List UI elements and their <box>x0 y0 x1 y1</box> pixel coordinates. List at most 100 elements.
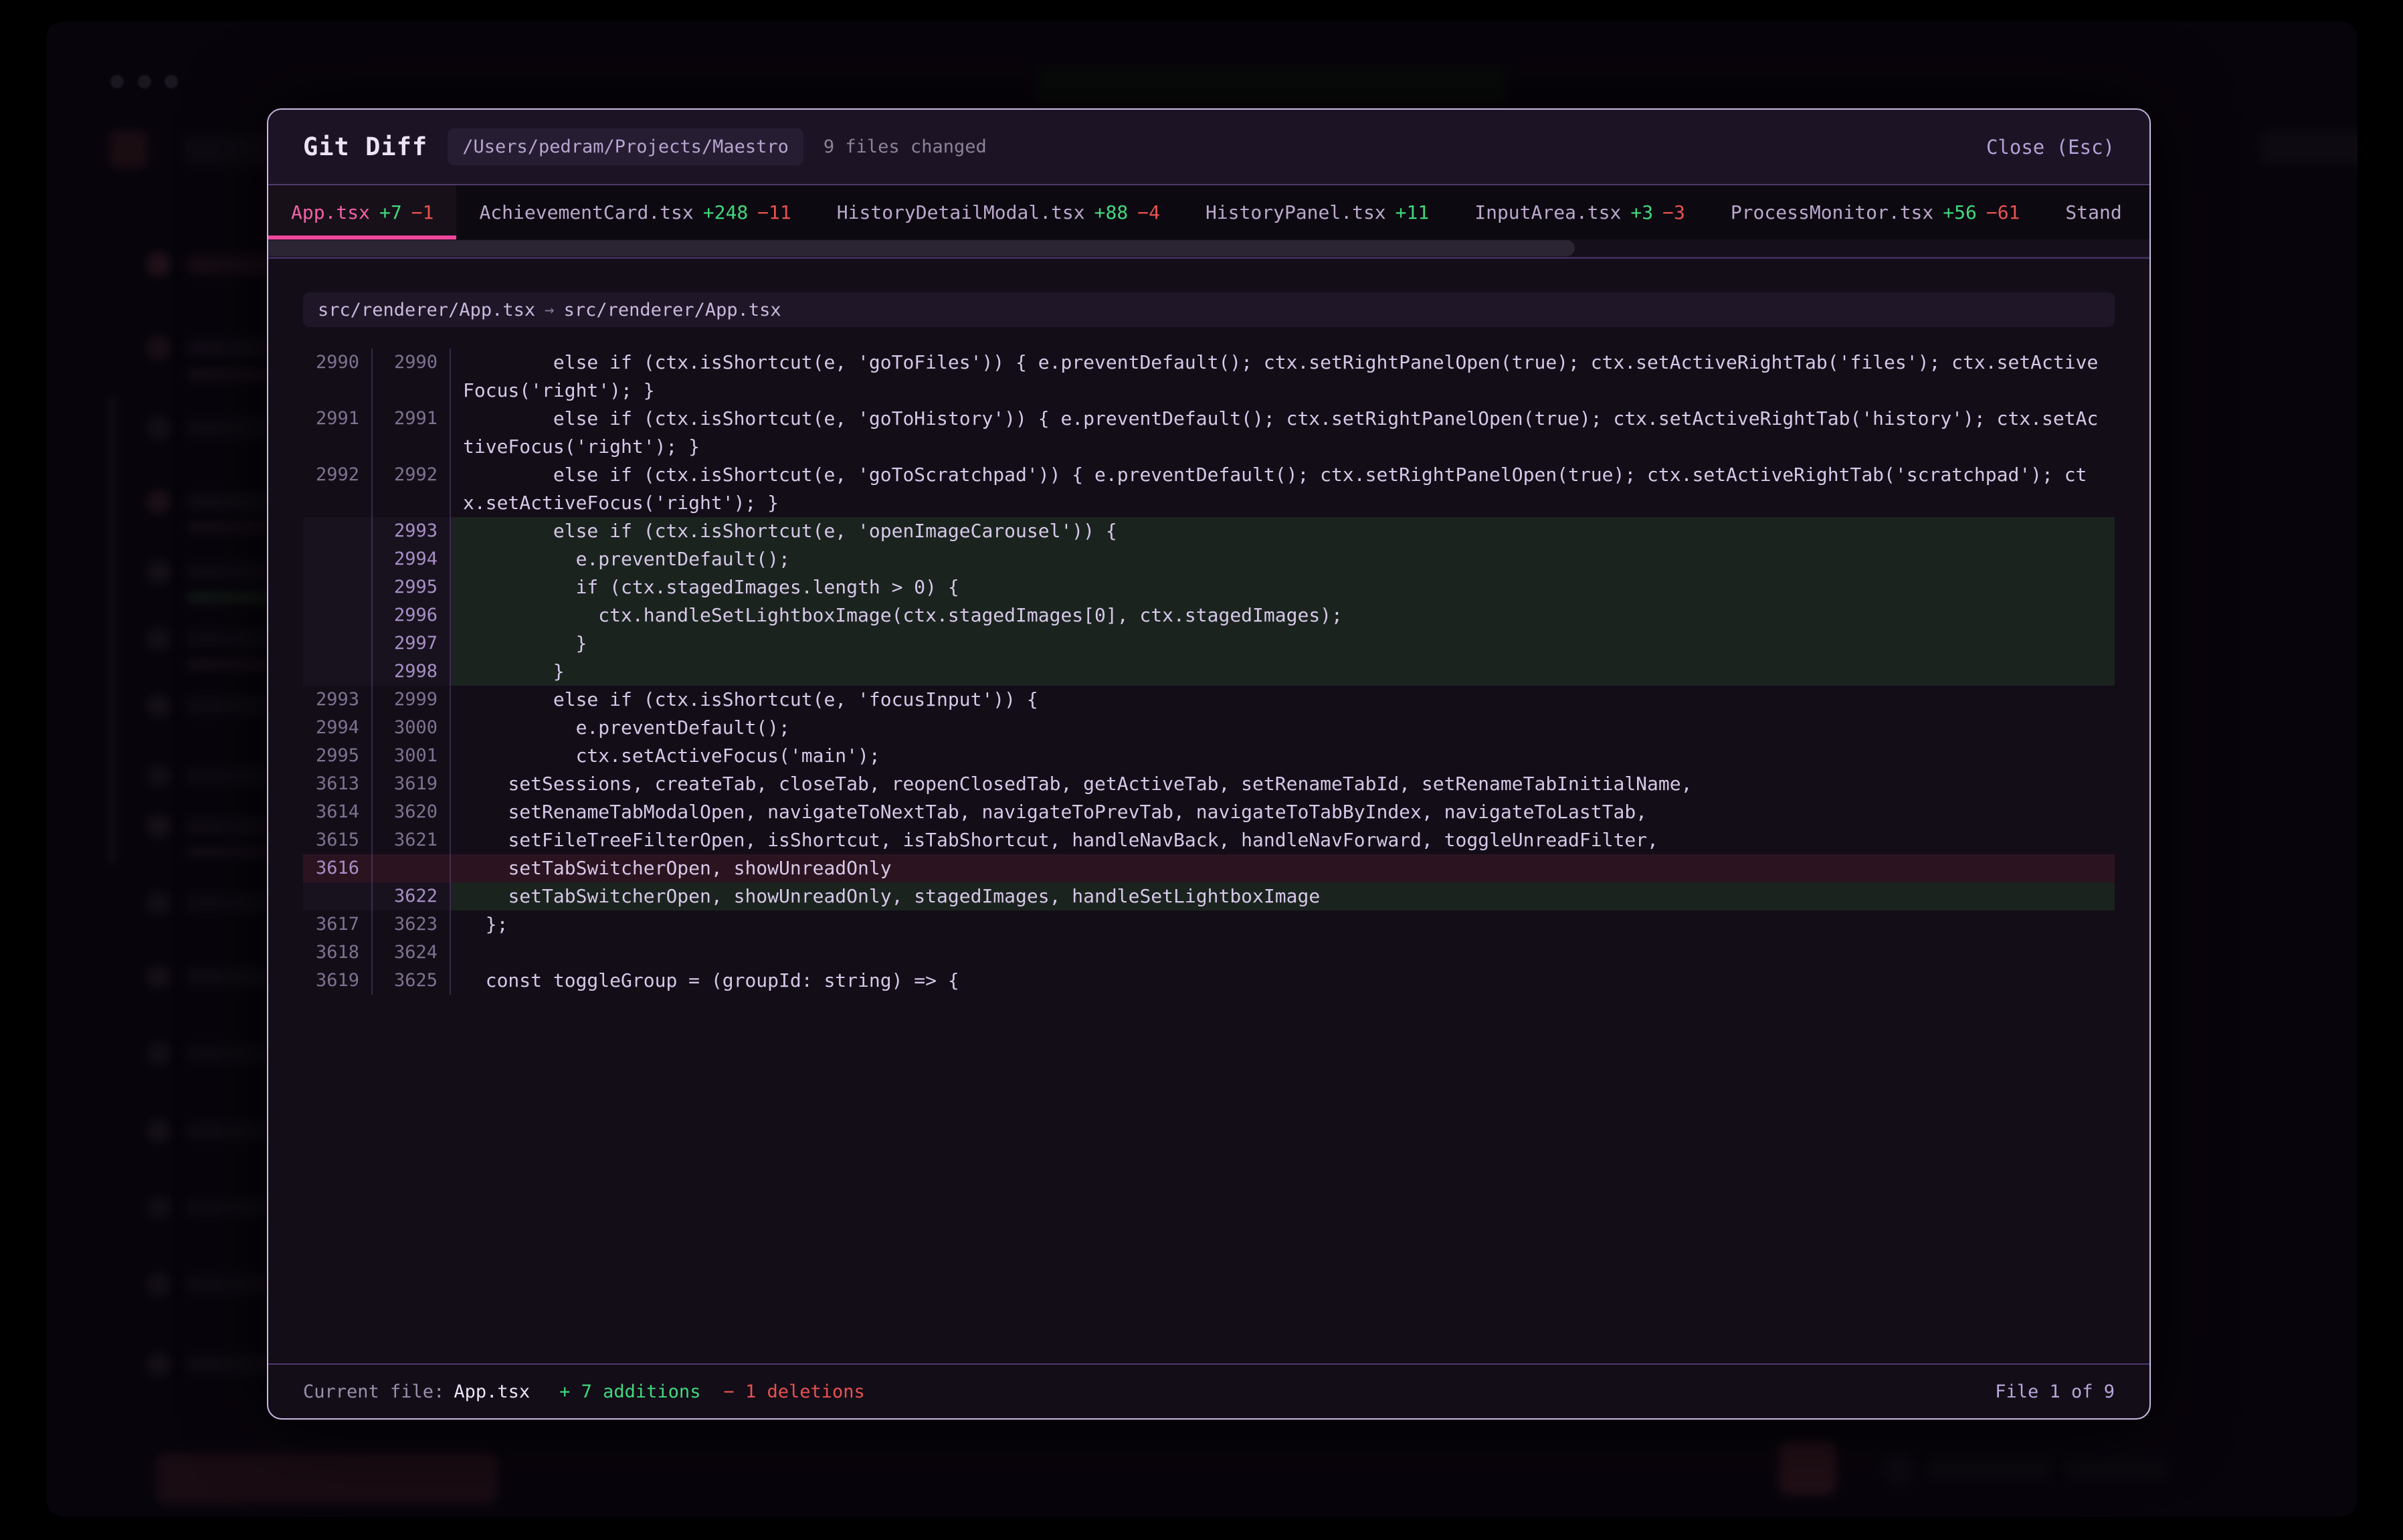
code-line: setTabSwitcherOpen, showUnreadOnly, stag… <box>451 882 2115 910</box>
old-line-number: 3618 <box>303 939 373 967</box>
tab-file-name: AchievementCard.tsx <box>479 201 693 223</box>
tabs-scrollbar-track[interactable] <box>268 239 2149 257</box>
old-line-number: 2990 <box>303 349 373 405</box>
tab-file-name: HistoryDetailModal.tsx <box>837 201 1085 223</box>
new-line-number: 2997 <box>373 630 451 658</box>
new-line-number: 2995 <box>373 573 451 601</box>
old-line-number: 3614 <box>303 798 373 826</box>
code-line <box>451 939 2115 967</box>
new-line-number: 3621 <box>373 826 451 854</box>
tab-file-name: InputArea.tsx <box>1474 201 1621 223</box>
old-line-number: 3619 <box>303 967 373 995</box>
current-file-label: Current file: <box>303 1381 444 1402</box>
tab-AchievementCard.tsx[interactable]: AchievementCard.tsx+248−11 <box>456 185 813 239</box>
new-line-number: 2990 <box>373 349 451 405</box>
file-tabstrip: App.tsx+7−1AchievementCard.tsx+248−11His… <box>268 185 2149 259</box>
diff-table: 29902990 else if (ctx.isShortcut(e, 'goT… <box>303 349 2115 995</box>
new-line-number: 3622 <box>373 882 451 910</box>
diff-row: 29912991 else if (ctx.isShortcut(e, 'goT… <box>303 405 2115 461</box>
code-line: } <box>451 630 2115 658</box>
new-line-number: 2992 <box>373 461 451 517</box>
old-line-number <box>303 545 373 573</box>
new-line-number: 3625 <box>373 967 451 995</box>
new-line-number: 2999 <box>373 686 451 714</box>
file-position-indicator: File 1 of 9 <box>1995 1381 2115 1402</box>
current-file-name: App.tsx <box>454 1381 530 1402</box>
code-line: else if (ctx.isShortcut(e, 'openImageCar… <box>451 517 2115 545</box>
modal-footer: Current file: App.tsx + 7 additions − 1 … <box>268 1363 2149 1418</box>
footer-additions: + 7 additions <box>559 1381 700 1402</box>
new-line-number: 3620 <box>373 798 451 826</box>
tab-additions: +248 <box>703 201 748 223</box>
tab-additions: +7 <box>379 201 402 223</box>
new-line-number <box>373 854 451 882</box>
old-line-number: 2994 <box>303 714 373 742</box>
diff-row: 36143620 setRenameTabModalOpen, navigate… <box>303 798 2115 826</box>
tab-ProcessMonitor.tsx[interactable]: ProcessMonitor.tsx+56−61 <box>1708 185 2043 239</box>
tab-App.tsx[interactable]: App.tsx+7−1 <box>268 185 456 239</box>
tab-HistoryDetailModal.tsx[interactable]: HistoryDetailModal.tsx+88−4 <box>814 185 1183 239</box>
diff-row: 29943000 e.preventDefault(); <box>303 714 2115 742</box>
tab-HistoryPanel.tsx[interactable]: HistoryPanel.tsx +11 <box>1183 185 1452 239</box>
file-path-to: src/renderer/App.tsx <box>564 300 781 320</box>
code-line: else if (ctx.isShortcut(e, 'goToHistory'… <box>451 405 2115 461</box>
tabs-scrollbar-thumb[interactable] <box>268 240 1575 256</box>
new-line-number: 2991 <box>373 405 451 461</box>
close-button[interactable]: Close (Esc) <box>1986 136 2115 159</box>
tab-file-name: HistoryPanel.tsx <box>1206 201 1386 223</box>
tab-additions: +11 <box>1396 201 1430 223</box>
diff-row: 36153621 setFileTreeFilterOpen, isShortc… <box>303 826 2115 854</box>
modal-header: Git Diff /Users/pedram/Projects/Maestro … <box>268 110 2149 185</box>
repo-path-badge: /Users/pedram/Projects/Maestro <box>448 128 803 165</box>
diff-row: 2994 e.preventDefault(); <box>303 545 2115 573</box>
old-line-number <box>303 601 373 630</box>
diff-row: 2995 if (ctx.stagedImages.length > 0) { <box>303 573 2115 601</box>
new-line-number: 3623 <box>373 910 451 939</box>
old-line-number: 2995 <box>303 742 373 770</box>
new-line-number: 3619 <box>373 770 451 798</box>
file-path-from: src/renderer/App.tsx <box>318 300 535 320</box>
tab-Stand[interactable]: Stand <box>2042 185 2144 239</box>
file-path-header: src/renderer/App.tsx → src/renderer/App.… <box>303 292 2115 327</box>
new-line-number: 3000 <box>373 714 451 742</box>
tab-additions: +56 <box>1943 201 1977 223</box>
diff-row: 29953001 ctx.setActiveFocus('main'); <box>303 742 2115 770</box>
diff-row: 29902990 else if (ctx.isShortcut(e, 'goT… <box>303 349 2115 405</box>
old-line-number <box>303 630 373 658</box>
code-line: setTabSwitcherOpen, showUnreadOnly <box>451 854 2115 882</box>
diff-row: 29922992 else if (ctx.isShortcut(e, 'goT… <box>303 461 2115 517</box>
file-tabs: App.tsx+7−1AchievementCard.tsx+248−11His… <box>268 185 2149 239</box>
code-line: } <box>451 658 2115 686</box>
diff-row: 3622 setTabSwitcherOpen, showUnreadOnly,… <box>303 882 2115 910</box>
code-line: }; <box>451 910 2115 939</box>
tab-deletions: −4 <box>1137 201 1160 223</box>
diff-row: 36193625 const toggleGroup = (groupId: s… <box>303 967 2115 995</box>
git-diff-modal: Git Diff /Users/pedram/Projects/Maestro … <box>267 108 2151 1420</box>
tab-deletions: −61 <box>1986 201 2020 223</box>
footer-deletions: − 1 deletions <box>723 1381 864 1402</box>
diff-row: 36173623 }; <box>303 910 2115 939</box>
old-line-number <box>303 573 373 601</box>
tab-additions: +3 <box>1630 201 1653 223</box>
code-line: const toggleGroup = (groupId: string) =>… <box>451 967 2115 995</box>
code-line: setFileTreeFilterOpen, isShortcut, isTab… <box>451 826 2115 854</box>
diff-row: 2997 } <box>303 630 2115 658</box>
old-line-number: 3615 <box>303 826 373 854</box>
diff-row: 36183624 <box>303 939 2115 967</box>
diff-content: src/renderer/App.tsx → src/renderer/App.… <box>268 259 2149 1363</box>
diff-row: 3616 setTabSwitcherOpen, showUnreadOnly <box>303 854 2115 882</box>
diff-row: 2996 ctx.handleSetLightboxImage(ctx.stag… <box>303 601 2115 630</box>
old-line-number: 2993 <box>303 686 373 714</box>
diff-row: 36133619 setSessions, createTab, closeTa… <box>303 770 2115 798</box>
new-line-number: 2993 <box>373 517 451 545</box>
new-line-number: 3001 <box>373 742 451 770</box>
tab-InputArea.tsx[interactable]: InputArea.tsx +3 −3 <box>1452 185 1708 239</box>
tab-deletions: −3 <box>1662 201 1685 223</box>
old-line-number <box>303 658 373 686</box>
modal-title: Git Diff <box>303 132 427 161</box>
code-line: ctx.handleSetLightboxImage(ctx.stagedIma… <box>451 601 2115 630</box>
code-line: if (ctx.stagedImages.length > 0) { <box>451 573 2115 601</box>
old-line-number: 3613 <box>303 770 373 798</box>
old-line-number: 2991 <box>303 405 373 461</box>
diff-row: 29932999 else if (ctx.isShortcut(e, 'foc… <box>303 686 2115 714</box>
